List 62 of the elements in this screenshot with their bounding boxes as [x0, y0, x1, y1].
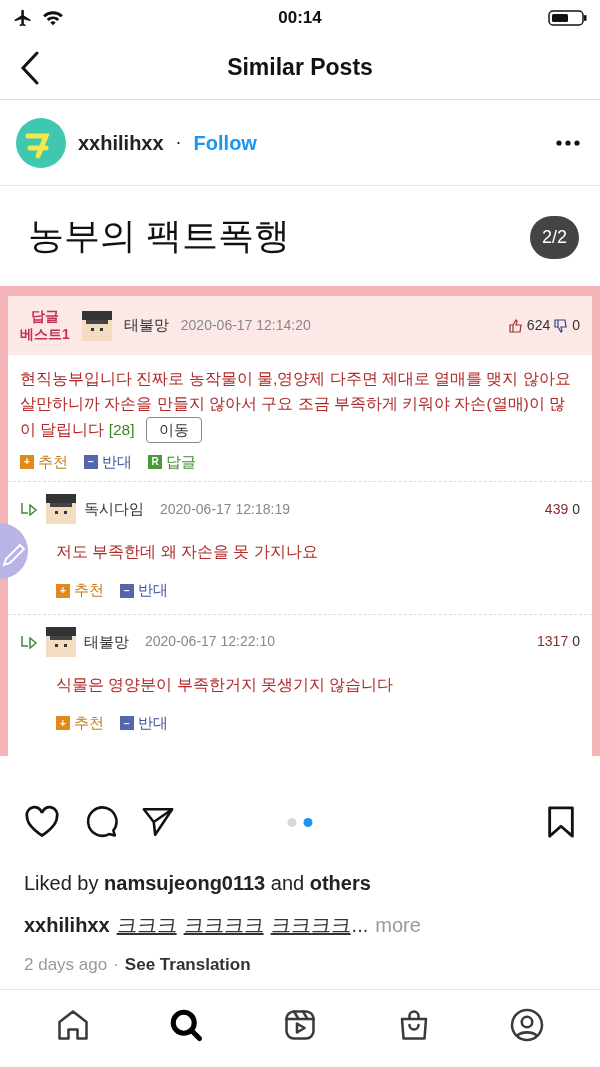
follow-link[interactable]: Follow [193, 127, 257, 158]
likes-text: Liked by namsujeong0113 and others [24, 871, 372, 896]
comment-body: 저도 부족한데 왜 자손을 못 가지나요 [56, 542, 319, 563]
like-count: 624 [526, 316, 551, 335]
vote-label[interactable]: 답글 [166, 450, 196, 474]
vote-label[interactable]: 반대 [138, 712, 168, 735]
dislike-count: 0 [572, 499, 580, 519]
heart-icon[interactable] [24, 805, 60, 839]
post-image-title: 농부의 팩트폭행 [28, 214, 290, 258]
user-avatar-icon [46, 494, 76, 525]
move-button[interactable]: 이동 [146, 416, 203, 443]
airplane-icon [12, 8, 34, 28]
comment-author: 독시다임 [84, 498, 144, 519]
separator-dot: · [113, 954, 119, 976]
username[interactable]: xxhilihxx [78, 127, 164, 158]
caption-username[interactable]: xxhilihxx [24, 910, 110, 940]
more-link[interactable]: more [375, 910, 421, 940]
vote-glyph-icon[interactable]: − [84, 454, 98, 469]
vote-label[interactable]: 반대 [102, 450, 132, 474]
profile-icon[interactable] [509, 1006, 546, 1043]
best-badge-text: 베스트1 [20, 325, 70, 343]
caption-ellipsis: ... [351, 913, 369, 938]
comment-body: 식물은 영양분이 부족한거지 못생기지 않습니다 [56, 674, 395, 695]
comment-time: 2020-06-17 12:22:10 [145, 632, 275, 652]
see-translation-link[interactable]: See Translation [124, 952, 251, 978]
user-avatar-icon [46, 626, 76, 657]
comment-time: 2020-06-17 12:14:20 [180, 316, 311, 335]
comment-body: 현직농부입니다 진짜로 농작물이 물,영양제 다주면 제대로 열매를 맺지 않아요 살만하니까 자손을 만들지 않아서 구요 조금 부족하게 키워야 자손(열매)이 많이 달립니다 [28] 이동 [20, 367, 580, 443]
send-icon[interactable] [140, 805, 176, 839]
vote-glyph-icon[interactable]: R [148, 454, 162, 469]
thumbs-up-icon[interactable] [508, 318, 523, 333]
caption-tag-link[interactable]: 크크크크 [270, 910, 351, 940]
wifi-icon [42, 9, 64, 27]
dislike-count: 0 [572, 316, 580, 335]
post-time: 2 days ago [24, 954, 108, 976]
vote-label[interactable]: 추천 [74, 712, 104, 735]
caption-tag-link[interactable]: 크크크 [116, 910, 177, 940]
caption-tag-link[interactable]: 크크크크 [183, 910, 264, 940]
separator-dot: · [175, 131, 182, 154]
reply-arrow-icon [20, 502, 38, 517]
more-options-icon[interactable] [556, 139, 580, 146]
user-avatar-icon [81, 310, 112, 341]
vote-glyph-icon[interactable]: − [120, 583, 134, 598]
vote-label[interactable]: 추천 [74, 579, 104, 602]
thumbs-down-icon[interactable] [554, 318, 569, 333]
status-time: 00:14 [278, 7, 322, 30]
bookmark-icon[interactable] [546, 805, 576, 839]
vote-label[interactable]: 반대 [138, 579, 168, 602]
dislike-count: 0 [572, 632, 580, 652]
like-count: 1317 [537, 632, 569, 652]
vote-glyph-icon[interactable]: − [120, 716, 134, 731]
best-badge-text: 답글 [30, 308, 59, 326]
reply-arrow-icon [20, 634, 38, 649]
comment-icon[interactable] [84, 805, 120, 839]
page-title: Similar Posts [227, 53, 373, 83]
like-count: 439 [544, 499, 569, 519]
battery-icon [548, 8, 588, 28]
comment-author: 태불망 [84, 631, 129, 652]
comment-time: 2020-06-17 12:18:19 [160, 499, 290, 519]
image-counter-badge: 2/2 [529, 216, 579, 259]
comment-author: 태불망 [123, 315, 169, 336]
vote-label[interactable]: 추천 [38, 450, 68, 474]
